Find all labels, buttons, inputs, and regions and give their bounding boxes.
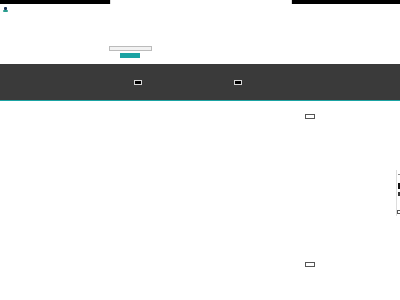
promo-2-button[interactable] (305, 262, 315, 267)
feature-card-2-button[interactable] (234, 80, 242, 85)
top-announcement[interactable] (110, 0, 292, 4)
top-bar (0, 0, 400, 4)
promo-1-button[interactable] (305, 114, 315, 119)
search-input[interactable] (109, 46, 152, 51)
hero-band (0, 64, 400, 101)
feature-card-1-button[interactable] (134, 80, 142, 85)
promo-website-builder (305, 103, 377, 124)
brand-logo-icon[interactable] (3, 7, 8, 13)
offscreen-side-card[interactable] (396, 170, 400, 216)
feature-card-2 (208, 72, 268, 90)
search-button[interactable] (120, 53, 140, 58)
promo-custom (305, 251, 377, 272)
feature-card-1 (108, 72, 168, 90)
